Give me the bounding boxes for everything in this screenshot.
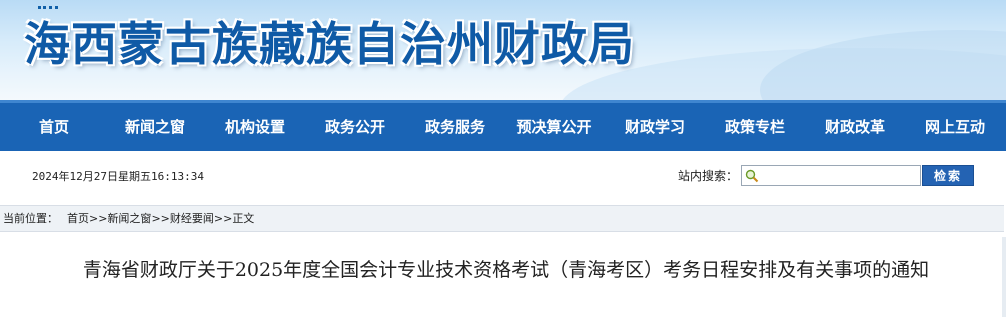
article-title: 青海省财政厅关于2025年度全国会计专业技术资格考试（青海考区）考务日程安排及有… — [82, 259, 930, 281]
breadcrumb-news[interactable]: 新闻之窗 — [107, 212, 151, 225]
site-title: 海西蒙古族藏族自治州财政局 — [24, 17, 635, 71]
breadcrumb-separator: >> — [89, 212, 108, 225]
breadcrumb: 当前位置： 首页>>新闻之窗>>财经要闻>>正文 — [0, 205, 1004, 232]
breadcrumb-label: 当前位置： — [3, 212, 58, 225]
nav-item-online-interaction[interactable]: 网上互动 — [912, 103, 998, 151]
site-banner: 海西蒙古族藏族自治州财政局 — [0, 0, 1006, 100]
current-datetime: 2024年12月27日星期五16:13:34 — [32, 170, 204, 183]
breadcrumb-home[interactable]: 首页 — [67, 212, 89, 225]
info-bar: 2024年12月27日星期五16:13:34 站内搜索： 检索 — [4, 151, 1002, 199]
nav-item-news[interactable]: 新闻之窗 — [112, 103, 198, 151]
breadcrumb-current: 正文 — [232, 212, 255, 225]
nav-item-finance-reform[interactable]: 财政改革 — [812, 103, 898, 151]
search-input[interactable] — [741, 165, 921, 186]
search-icon — [745, 169, 759, 183]
nav-item-finance-study[interactable]: 财政学习 — [612, 103, 698, 151]
banner-decoration — [760, 30, 1006, 100]
breadcrumb-finance-news[interactable]: 财经要闻 — [170, 212, 214, 225]
nav-item-policy-column[interactable]: 政策专栏 — [712, 103, 798, 151]
nav-item-gov-affairs-public[interactable]: 政务公开 — [312, 103, 398, 151]
breadcrumb-separator: >> — [151, 212, 170, 225]
nav-item-home[interactable]: 首页 — [14, 103, 94, 151]
main-nav: 首页 新闻之窗 机构设置 政务公开 政务服务 预决算公开 财政学习 政策专栏 财… — [0, 100, 1006, 151]
search-button[interactable]: 检索 — [922, 165, 974, 186]
nav-item-organization[interactable]: 机构设置 — [212, 103, 298, 151]
page-edge — [1002, 237, 1006, 317]
nav-item-gov-services[interactable]: 政务服务 — [412, 103, 498, 151]
nav-item-budget-public[interactable]: 预决算公开 — [504, 103, 604, 151]
search-label: 站内搜索： — [678, 169, 739, 183]
breadcrumb-separator: >> — [213, 212, 233, 225]
